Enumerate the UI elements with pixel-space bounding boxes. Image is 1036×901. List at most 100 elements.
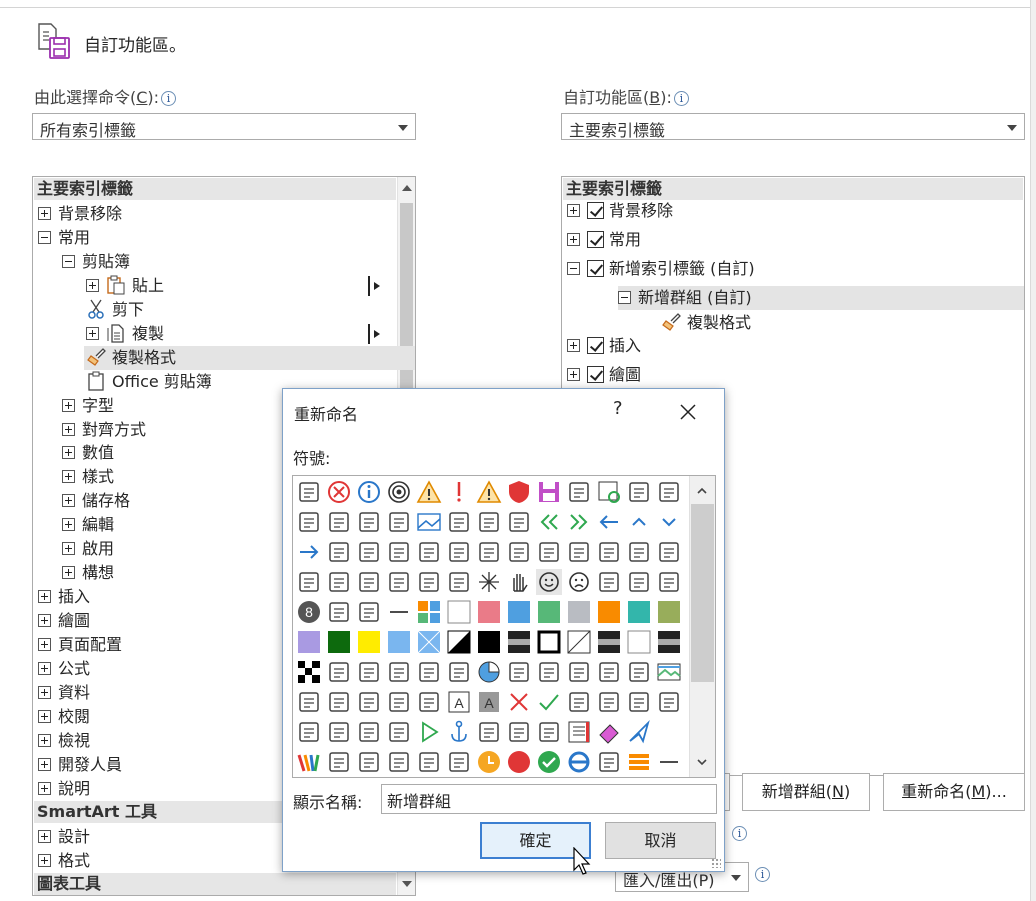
expand-icon[interactable] <box>86 326 99 340</box>
expand-icon[interactable] <box>567 368 580 381</box>
info-icon[interactable]: i <box>673 91 689 106</box>
expand-icon[interactable] <box>38 829 51 843</box>
browser-icon[interactable] <box>564 747 594 777</box>
mail-icon[interactable] <box>384 747 414 777</box>
microphone-icon[interactable] <box>324 567 354 597</box>
circles-icon[interactable] <box>294 567 324 597</box>
dash-icon[interactable] <box>384 597 414 627</box>
expand-icon[interactable] <box>38 853 51 867</box>
badge-8-icon[interactable]: 8 <box>294 597 324 627</box>
toolbox-icon[interactable] <box>474 717 504 747</box>
tab-checkbox[interactable] <box>587 260 604 277</box>
target-icon[interactable] <box>384 477 414 507</box>
expand-icon[interactable] <box>62 494 75 508</box>
scroll-down-icon[interactable] <box>697 757 707 767</box>
chart-file-icon[interactable] <box>444 507 474 537</box>
expand-icon[interactable] <box>567 204 580 217</box>
white-square-icon[interactable] <box>444 597 474 627</box>
cancel-icon[interactable] <box>324 477 354 507</box>
help-button[interactable]: ? <box>613 398 623 419</box>
bookmark-icon[interactable] <box>474 537 504 567</box>
refresh-icon[interactable] <box>594 687 624 717</box>
resize-grip[interactable] <box>711 858 721 868</box>
scroll-thumb[interactable] <box>691 504 714 682</box>
mountains-icon[interactable] <box>414 657 444 687</box>
green-check-icon[interactable] <box>534 687 564 717</box>
document-icon[interactable] <box>654 477 684 507</box>
circle-left-icon[interactable] <box>324 537 354 567</box>
chevron-down-icon[interactable] <box>654 507 684 537</box>
database-icon[interactable] <box>534 657 564 687</box>
expand-icon[interactable] <box>86 278 99 292</box>
expand-icon[interactable] <box>38 590 51 604</box>
printer-icon[interactable] <box>384 507 414 537</box>
bell-icon[interactable] <box>324 747 354 777</box>
expand-icon[interactable] <box>62 446 75 460</box>
tree-item[interactable]: 複製格式 <box>563 311 1023 335</box>
teal-square-icon[interactable] <box>624 597 654 627</box>
collapse-icon[interactable] <box>62 254 75 268</box>
tree-group-header[interactable]: 主要索引標籤 <box>34 178 396 200</box>
tab-checkbox[interactable] <box>587 202 604 219</box>
red-x-icon[interactable] <box>504 687 534 717</box>
warning-icon[interactable] <box>474 477 504 507</box>
chevron-up-icon[interactable] <box>624 507 654 537</box>
stripe-square-icon[interactable] <box>654 627 684 657</box>
gradient-square-icon[interactable] <box>504 627 534 657</box>
expand-icon[interactable] <box>38 685 51 699</box>
ruler-icon[interactable] <box>564 687 594 717</box>
folder-icon[interactable] <box>294 507 324 537</box>
filter-icon[interactable] <box>564 537 594 567</box>
contact-icon[interactable] <box>624 537 654 567</box>
olive-square-icon[interactable] <box>654 597 684 627</box>
choose-commands-dropdown[interactable]: 所有索引標籤 <box>32 113 416 140</box>
stack-icon[interactable] <box>624 747 654 777</box>
copy-stack-icon[interactable] <box>324 507 354 537</box>
customize-ribbon-dropdown[interactable]: 主要索引標籤 <box>561 113 1025 140</box>
window-scrollbar[interactable] <box>1030 0 1036 901</box>
doc-link-icon[interactable] <box>624 657 654 687</box>
flag-icon[interactable] <box>384 687 414 717</box>
pi-icon[interactable] <box>654 687 684 717</box>
darkgreen-square-icon[interactable] <box>324 627 354 657</box>
close-icon[interactable] <box>675 399 701 425</box>
tree-item[interactable]: 背景移除 <box>34 202 396 226</box>
info-icon[interactable] <box>354 477 384 507</box>
red-circle-icon[interactable] <box>504 747 534 777</box>
expand-icon[interactable] <box>38 662 51 675</box>
org-chart-icon[interactable] <box>294 477 324 507</box>
copy-doc-icon[interactable] <box>534 717 564 747</box>
expand-icon[interactable] <box>38 614 51 628</box>
expand-icon[interactable] <box>62 470 75 484</box>
color-bars-icon[interactable] <box>294 747 324 777</box>
frown-icon[interactable] <box>564 567 594 597</box>
edit-icon[interactable] <box>444 747 474 777</box>
collapse-icon[interactable] <box>618 291 631 304</box>
tree-item[interactable]: 新增群組 (自訂) <box>563 286 1024 310</box>
eye-icon[interactable] <box>354 597 384 627</box>
tree-group-header[interactable]: 主要索引標籤 <box>563 178 1023 200</box>
info-icon[interactable]: i <box>755 867 770 882</box>
expand-icon[interactable] <box>62 398 75 412</box>
plain-square-icon[interactable] <box>624 627 654 657</box>
house-icon[interactable] <box>594 747 624 777</box>
palette-icon[interactable] <box>504 507 534 537</box>
letter-a-icon[interactable]: A <box>444 687 474 717</box>
save-refresh-icon[interactable] <box>594 477 624 507</box>
rename-button[interactable]: 重新命名(M)... <box>883 773 1025 811</box>
scales-icon[interactable] <box>654 537 684 567</box>
expand-icon[interactable] <box>38 206 51 220</box>
tab-checkbox[interactable] <box>587 231 604 248</box>
scroll-down-icon[interactable] <box>402 881 412 887</box>
pattern-square-icon[interactable] <box>414 627 444 657</box>
add-circle-icon[interactable] <box>504 717 534 747</box>
collapse-icon[interactable] <box>38 230 51 244</box>
collapse-icon[interactable] <box>567 262 580 275</box>
tree-item[interactable]: 插入 <box>563 334 1023 358</box>
hand-icon[interactable] <box>504 567 534 597</box>
tree-group-header[interactable]: 圖表工具 <box>34 872 396 895</box>
bordered-square-icon[interactable] <box>534 627 564 657</box>
tab-checkbox[interactable] <box>587 366 604 383</box>
display-name-input[interactable]: 新增群組 <box>381 784 717 814</box>
dark-gradient-icon[interactable] <box>594 627 624 657</box>
